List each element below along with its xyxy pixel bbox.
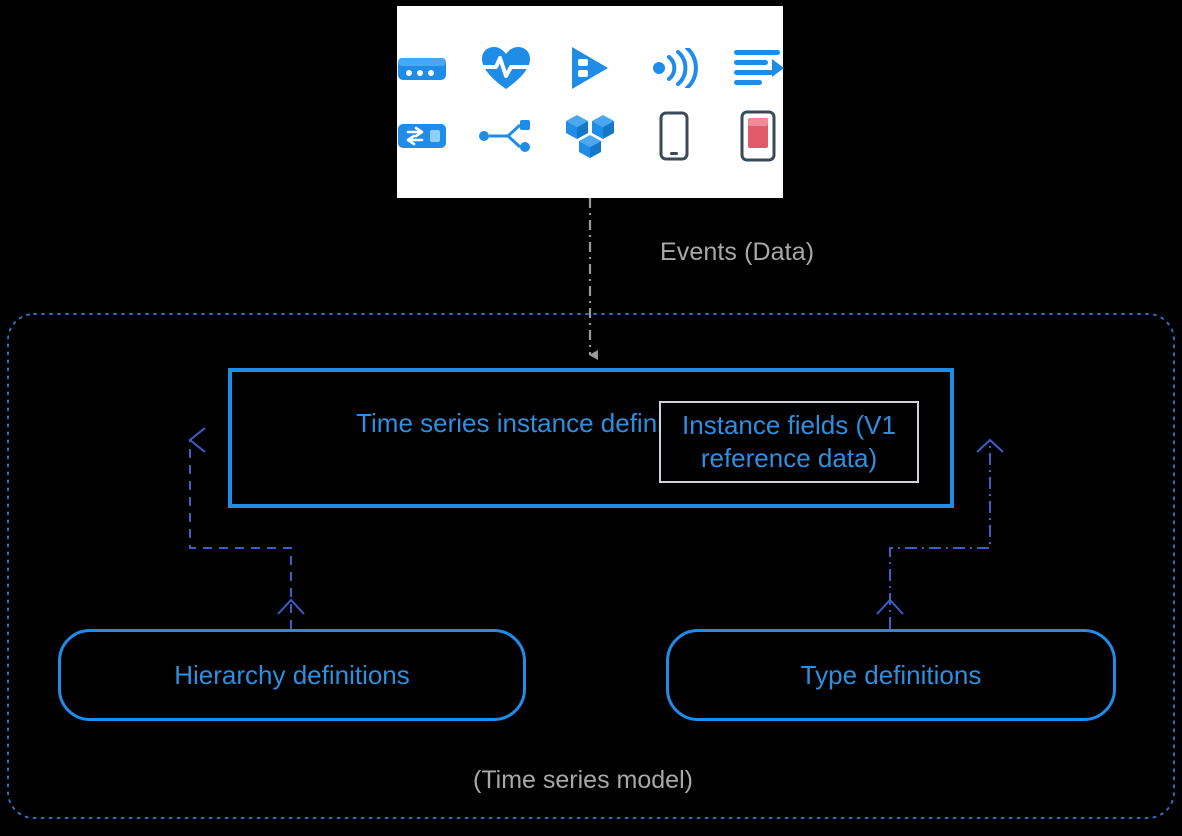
devices-row-1 [393,39,787,97]
tablet-device-icon [729,107,787,165]
time-series-instance-definitions-node[interactable]: Time series instance definitions Instanc… [228,368,954,508]
data-stream-icon [729,39,787,97]
devices-icon-grid [397,6,784,198]
instance-fields-box[interactable]: Instance fields (V1 reference data) [659,401,919,483]
heartbeat-monitor-icon [477,39,535,97]
containers-icon [561,107,619,165]
network-switch-icon [393,107,451,165]
devices-row-2 [393,107,787,165]
type-definitions-node[interactable]: Type definitions [666,629,1116,721]
wireless-signal-icon [645,39,703,97]
events-data-label: Events (Data) [660,238,815,266]
usb-hub-icon [477,107,535,165]
iot-devices-panel [397,6,784,198]
time-series-model-label: (Time series model) [473,766,693,794]
smartphone-icon [645,107,703,165]
plug-connector-icon [561,39,619,97]
router-icon [393,39,451,97]
diagram-canvas: Events (Data) (Time series model) Time s… [0,0,1182,836]
hierarchy-definitions-node[interactable]: Hierarchy definitions [58,629,526,721]
